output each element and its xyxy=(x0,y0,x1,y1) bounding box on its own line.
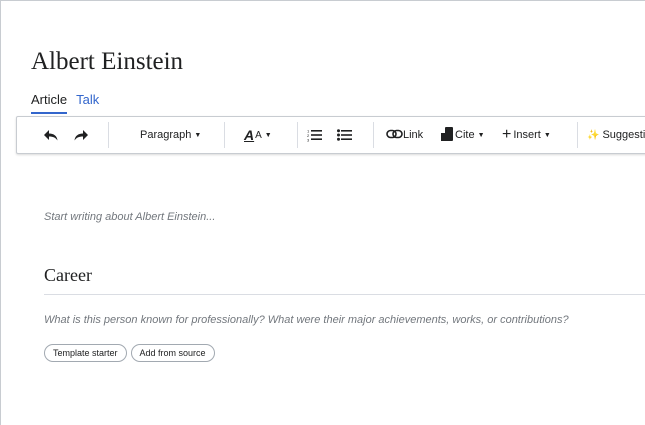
add-from-source-button[interactable]: Add from source xyxy=(130,344,215,362)
link-label: Link xyxy=(403,129,424,141)
bullet-list-icon xyxy=(337,128,353,142)
section-divider xyxy=(44,294,645,295)
text-style-small-glyph: A xyxy=(255,129,262,141)
suggestions-button[interactable]: ✨ Suggestio xyxy=(587,117,645,153)
numbered-list-button[interactable]: 1 2 3 xyxy=(307,117,323,153)
chevron-down-icon: ▼ xyxy=(194,131,202,139)
toolbar-separator xyxy=(224,122,225,148)
tab-talk[interactable]: Talk xyxy=(76,92,99,114)
redo-arrow-icon xyxy=(73,128,89,142)
undo-arrow-icon xyxy=(43,128,59,142)
paragraph-format-label: Paragraph xyxy=(140,129,192,141)
section-heading-career[interactable]: Career xyxy=(44,265,92,286)
toolbar-separator xyxy=(297,122,298,148)
chevron-down-icon: ▼ xyxy=(543,131,551,139)
undo-button[interactable] xyxy=(43,117,59,153)
page-tabs: Article Talk xyxy=(31,92,108,114)
numbered-list-icon: 1 2 3 xyxy=(307,128,323,142)
link-icon xyxy=(386,129,403,142)
section-prompt-placeholder[interactable]: What is this person known for profession… xyxy=(44,314,569,326)
template-starter-button[interactable]: Template starter xyxy=(44,344,127,362)
toolbar-separator xyxy=(373,122,374,148)
editor-toolbar: Paragraph ▼ A A ▼ 1 2 3 Link Cite ▼ + In… xyxy=(16,116,645,154)
cite-label: Cite xyxy=(455,129,475,141)
toolbar-separator xyxy=(577,122,578,148)
page-title: Albert Einstein xyxy=(31,48,184,75)
cite-dropdown[interactable]: Cite ▼ xyxy=(441,117,485,153)
paragraph-format-dropdown[interactable]: Paragraph ▼ xyxy=(140,117,201,153)
text-style-icon: A xyxy=(244,127,255,143)
plus-icon: + xyxy=(502,126,512,143)
intro-placeholder[interactable]: Start writing about Albert Einstein... xyxy=(44,211,215,223)
chevron-down-icon: ▼ xyxy=(477,131,485,139)
insert-label: Insert xyxy=(513,129,541,141)
bullet-list-button[interactable] xyxy=(337,117,353,153)
editor-frame-top-border xyxy=(0,0,645,1)
redo-button[interactable] xyxy=(73,117,89,153)
text-style-dropdown[interactable]: A A ▼ xyxy=(244,117,272,153)
suggestions-label: Suggestio xyxy=(602,129,645,141)
toolbar-separator xyxy=(108,122,109,148)
sparkle-icon: ✨ xyxy=(587,129,600,141)
insert-dropdown[interactable]: + Insert ▼ xyxy=(502,117,551,153)
editor-frame-left-border xyxy=(0,0,1,425)
svg-text:3: 3 xyxy=(307,138,310,143)
link-button[interactable]: Link xyxy=(386,117,423,153)
tab-article[interactable]: Article xyxy=(31,92,68,114)
quote-icon xyxy=(441,126,453,144)
chevron-down-icon: ▼ xyxy=(264,131,272,139)
section-action-chips: Template starter Add from source xyxy=(44,344,219,362)
